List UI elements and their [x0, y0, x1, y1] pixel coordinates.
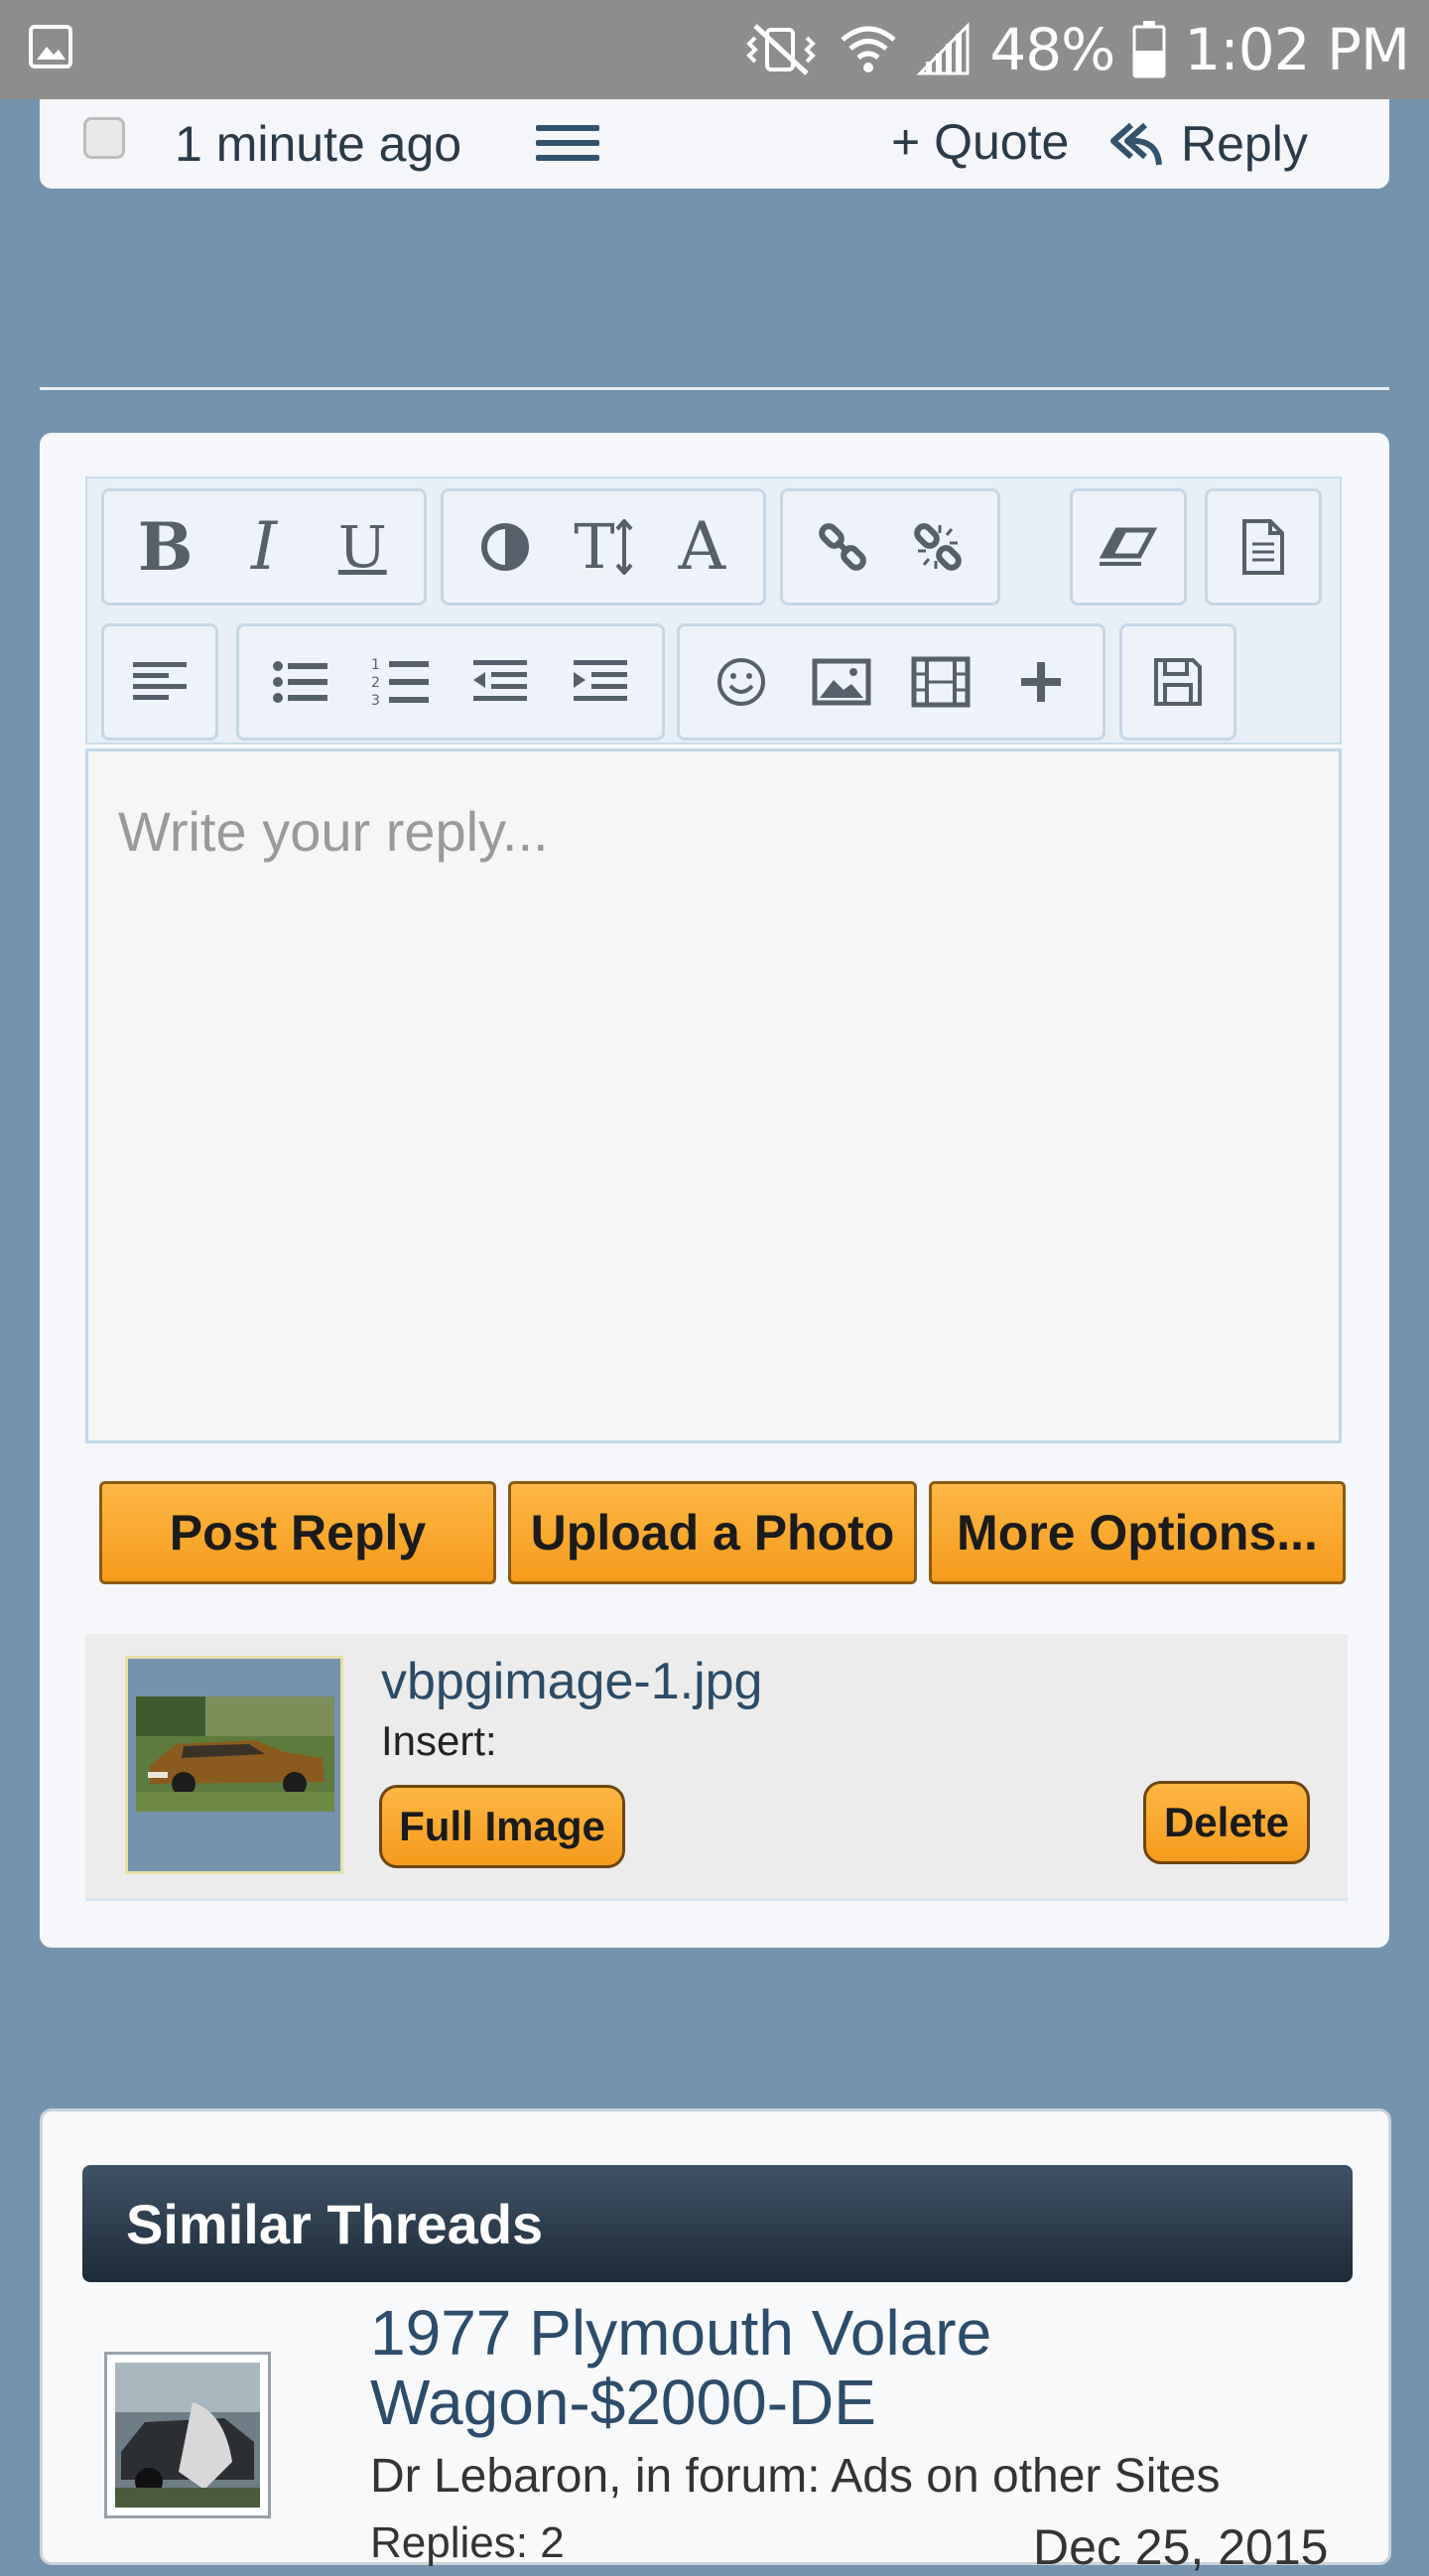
smiley-icon [717, 658, 766, 706]
thread-date: Dec 25, 2015 [1033, 2519, 1329, 2575]
post-reply-button[interactable]: Post Reply [99, 1481, 496, 1584]
reply-button[interactable]: Reply [1109, 115, 1308, 173]
more-options-button[interactable]: More Options... [929, 1481, 1346, 1584]
save-draft-button[interactable] [1138, 642, 1218, 722]
indent-button[interactable] [561, 642, 640, 722]
attachment-item: vbpgimage-1.jpg Insert: Full Image Delet… [85, 1634, 1348, 1901]
thread-avatar[interactable] [104, 2352, 271, 2518]
battery-percent: 48% [989, 16, 1115, 83]
quote-button[interactable]: + Quote [891, 113, 1069, 171]
italic-button[interactable]: I [224, 507, 304, 587]
indent-icon [573, 660, 627, 701]
multi-quote-checkbox[interactable] [83, 117, 125, 159]
battery-icon [1132, 21, 1166, 78]
save-group [1119, 623, 1236, 741]
editor-toolbar: B I U T A 1 2 3 [85, 476, 1342, 745]
video-button[interactable] [901, 642, 980, 722]
document-icon [1242, 519, 1284, 575]
status-bar: 48% 1:02 PM [0, 0, 1429, 99]
smiley-button[interactable] [702, 642, 781, 722]
reply-arrow-icon [1110, 122, 1162, 166]
font-button[interactable]: A [662, 507, 741, 587]
thread-thumbnail-image [115, 2363, 260, 2508]
align-group [101, 623, 218, 741]
thread-replies: Replies: 2 [370, 2518, 565, 2567]
thread-meta: Dr Lebaron, in forum: Ads on other Sites [370, 2450, 1221, 2503]
attachment-thumbnail[interactable] [125, 1656, 343, 1874]
gallery-notification-icon [29, 25, 72, 68]
signal-icon [916, 22, 970, 75]
font-group: T A [441, 488, 766, 606]
delete-attachment-button[interactable]: Delete [1143, 1781, 1310, 1864]
remove-format-button[interactable] [1089, 507, 1168, 587]
editor-placeholder: Write your reply... [118, 800, 549, 863]
image-icon [812, 658, 871, 706]
eraser-icon [1099, 527, 1158, 566]
quick-reply-panel: B I U T A 1 2 3 Write your reply... Post… [40, 433, 1389, 1948]
source-button[interactable] [1224, 507, 1303, 587]
outdent-icon [473, 660, 528, 701]
numbered-list-icon: 1 2 3 [371, 657, 429, 709]
post-time: 1 minute ago [175, 116, 462, 172]
car-photo-thumbnail [136, 1696, 334, 1812]
mute-vibrate-icon [746, 24, 817, 75]
insert-more-button[interactable] [1001, 642, 1081, 722]
link-group [780, 488, 1000, 606]
reply-label: Reply [1181, 116, 1308, 172]
svg-text:2: 2 [371, 675, 380, 691]
link-button[interactable] [803, 507, 882, 587]
contrast-icon [480, 523, 529, 571]
numbered-list-button[interactable]: 1 2 3 [361, 642, 441, 722]
upload-photo-button[interactable]: Upload a Photo [508, 1481, 917, 1584]
link-icon [819, 523, 866, 571]
floppy-disk-icon [1154, 658, 1202, 706]
bullet-list-button[interactable] [261, 642, 340, 722]
align-button[interactable] [120, 642, 199, 722]
svg-text:1: 1 [371, 657, 380, 673]
wifi-icon [841, 26, 896, 72]
unlink-icon [914, 523, 962, 571]
font-size-button[interactable]: T [564, 507, 643, 587]
similar-threads-section: Similar Threads 1977 Plymouth Volare Wag… [40, 2108, 1391, 2575]
image-button[interactable] [802, 642, 881, 722]
bullet-list-icon [273, 661, 328, 703]
outdent-button[interactable] [460, 642, 540, 722]
text-style-group: B I U [101, 488, 427, 606]
reply-editor[interactable]: Write your reply... [85, 748, 1342, 1443]
text-color-button[interactable] [465, 507, 545, 587]
divider [40, 387, 1389, 390]
attachment-filename[interactable]: vbpgimage-1.jpg [381, 1652, 762, 1711]
insert-full-image-button[interactable]: Full Image [379, 1785, 625, 1868]
size-arrows-icon [615, 519, 633, 575]
plus-icon [1020, 662, 1061, 702]
post-menu-icon[interactable] [536, 125, 599, 165]
remove-format-group [1070, 488, 1187, 606]
insert-group [677, 623, 1105, 741]
unlink-button[interactable] [898, 507, 977, 587]
align-left-icon [133, 662, 187, 700]
film-icon [911, 656, 971, 708]
similar-threads-header: Similar Threads [82, 2165, 1353, 2282]
thread-title[interactable]: 1977 Plymouth Volare Wagon-$2000-DE [370, 2298, 1343, 2437]
bold-button[interactable]: B [126, 507, 205, 587]
svg-text:3: 3 [371, 693, 380, 709]
source-group [1205, 488, 1322, 606]
underline-button[interactable]: U [323, 507, 402, 587]
list-group: 1 2 3 [236, 623, 665, 741]
insert-label: Insert: [381, 1717, 497, 1764]
clock: 1:02 PM [1184, 16, 1410, 83]
post-footer: 1 minute ago + Quote Reply [40, 99, 1389, 189]
